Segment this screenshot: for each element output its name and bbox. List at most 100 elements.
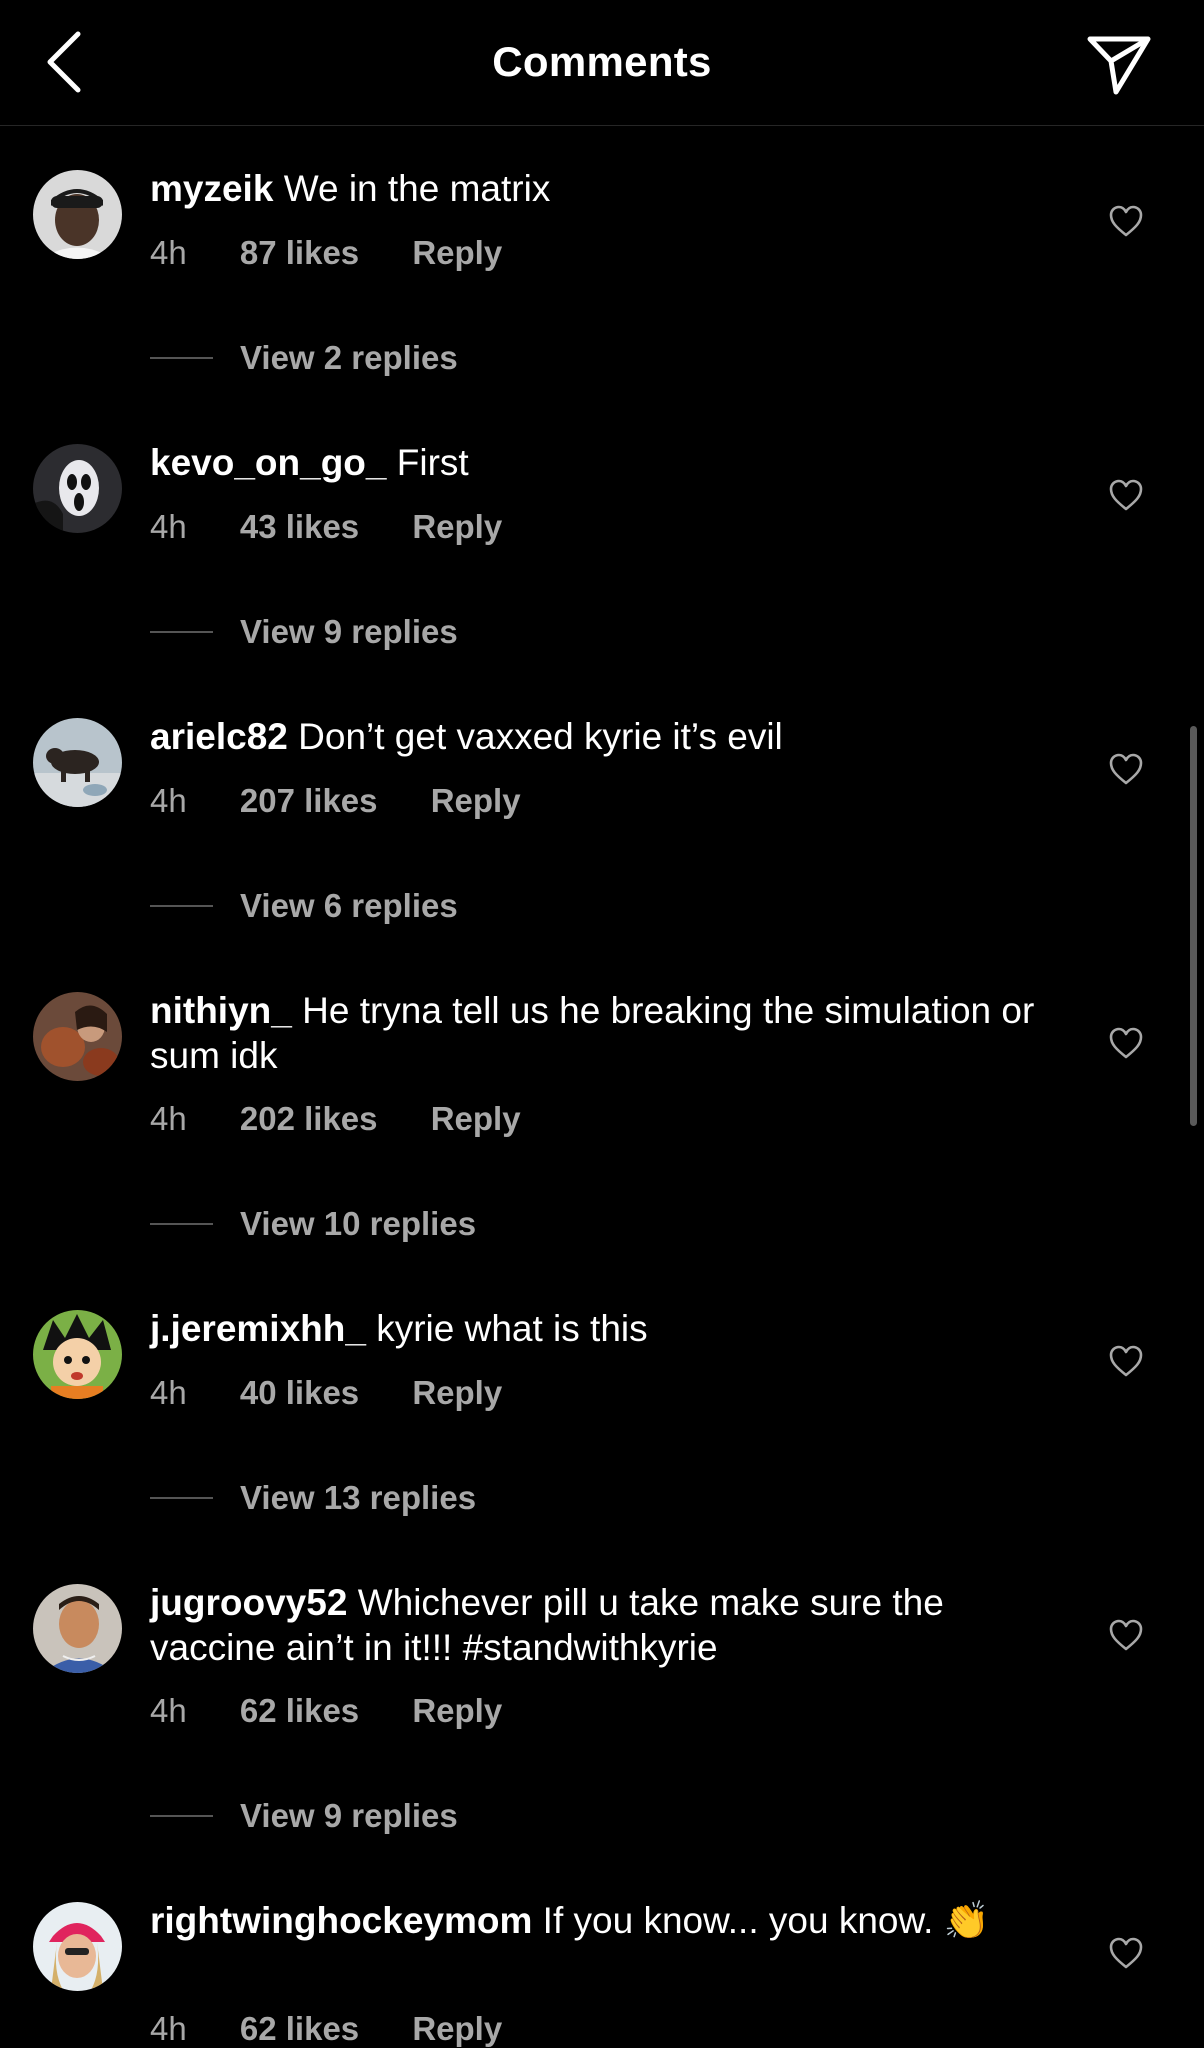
avatar[interactable]	[33, 1310, 122, 1399]
like-button[interactable]	[1108, 204, 1144, 238]
avatar[interactable]	[33, 1584, 122, 1673]
like-button[interactable]	[1108, 1618, 1144, 1652]
view-replies-label: View 9 replies	[240, 613, 458, 650]
view-replies-label: View 6 replies	[240, 887, 458, 924]
comment-time: 4h	[150, 1692, 187, 1729]
reply-button[interactable]: Reply	[412, 1374, 502, 1412]
like-button[interactable]	[1108, 478, 1144, 512]
comment-time: 4h	[150, 1374, 187, 1411]
page-title: Comments	[492, 38, 712, 85]
reply-button[interactable]: Reply	[412, 1692, 502, 1730]
comment-item: rightwinghockeymom If you know... you kn…	[0, 1858, 1204, 2048]
heart-icon	[1109, 1937, 1143, 1969]
comment-likes[interactable]: 43 likes	[240, 508, 359, 546]
comment-time: 4h	[150, 508, 187, 545]
comment-likes[interactable]: 40 likes	[240, 1374, 359, 1412]
comment-time: 4h	[150, 782, 187, 819]
replies-divider-line	[150, 1223, 213, 1225]
replies-divider-line	[150, 905, 213, 907]
comment-text: arielc82 Don’t get vaxxed kyrie it’s evi…	[150, 714, 1050, 759]
share-button[interactable]	[1086, 34, 1152, 96]
avatar[interactable]	[33, 170, 122, 259]
comment-meta: 4h 62 likes Reply	[150, 2010, 546, 2048]
comment-message: First	[396, 442, 469, 483]
avatar[interactable]	[33, 718, 122, 807]
like-button[interactable]	[1108, 1936, 1144, 1970]
avatar-image	[33, 444, 122, 533]
comment-meta: 4h 207 likes Reply	[150, 782, 565, 820]
comment-text: j.jeremixhh_ kyrie what is this	[150, 1306, 1050, 1351]
comment-text: nithiyn_ He tryna tell us he breaking th…	[150, 988, 1050, 1078]
avatar-image	[33, 1310, 122, 1399]
heart-icon	[1109, 479, 1143, 511]
view-replies-button[interactable]: View 13 replies	[150, 1478, 476, 1518]
heart-icon	[1109, 205, 1143, 237]
comment-username[interactable]: rightwinghockeymom	[150, 1900, 532, 1941]
comment-text: rightwinghockeymom If you know... you kn…	[150, 1898, 1050, 1943]
comment-meta: 4h 202 likes Reply	[150, 1100, 565, 1138]
reply-button[interactable]: Reply	[412, 2010, 502, 2048]
comment-meta: 4h 62 likes Reply	[150, 1692, 546, 1730]
avatar-image	[33, 1902, 122, 1991]
avatar[interactable]	[33, 992, 122, 1081]
comment-item: kevo_on_go_ First 4h 43 likes Reply View…	[0, 400, 1204, 674]
comment-message: We in the matrix	[283, 168, 551, 209]
view-replies-button[interactable]: View 9 replies	[150, 612, 458, 652]
scrollbar[interactable]	[1190, 726, 1197, 1126]
comment-likes[interactable]: 62 likes	[240, 1692, 359, 1730]
comment-message: Don’t get vaxxed kyrie it’s evil	[298, 716, 783, 757]
reply-button[interactable]: Reply	[412, 508, 502, 546]
comment-text: myzeik We in the matrix	[150, 166, 1050, 211]
comment-username[interactable]: kevo_on_go_	[150, 442, 386, 483]
view-replies-label: View 13 replies	[240, 1479, 477, 1516]
replies-divider-line	[150, 1497, 213, 1499]
view-replies-label: View 2 replies	[240, 339, 458, 376]
comment-time: 4h	[150, 2010, 187, 2047]
comment-text: jugroovy52 Whichever pill u take make su…	[150, 1580, 1050, 1670]
comment-time: 4h	[150, 234, 187, 271]
comment-item: nithiyn_ He tryna tell us he breaking th…	[0, 948, 1204, 1266]
comment-likes[interactable]: 202 likes	[240, 1100, 378, 1138]
view-replies-label: View 9 replies	[240, 1797, 458, 1834]
like-button[interactable]	[1108, 752, 1144, 786]
comment-meta: 4h 43 likes Reply	[150, 508, 546, 546]
comment-likes[interactable]: 207 likes	[240, 782, 378, 820]
avatar[interactable]	[33, 444, 122, 533]
comment-text: kevo_on_go_ First	[150, 440, 1050, 485]
comment-username[interactable]: arielc82	[150, 716, 288, 757]
reply-button[interactable]: Reply	[412, 234, 502, 272]
heart-icon	[1109, 1619, 1143, 1651]
replies-divider-line	[150, 631, 213, 633]
comment-likes[interactable]: 62 likes	[240, 2010, 359, 2048]
heart-icon	[1109, 753, 1143, 785]
replies-divider-line	[150, 1815, 213, 1817]
comment-username[interactable]: j.jeremixhh_	[150, 1308, 366, 1349]
comment-message: If you know... you know. 👏	[542, 1900, 990, 1941]
view-replies-button[interactable]: View 10 replies	[150, 1204, 476, 1244]
view-replies-button[interactable]: View 2 replies	[150, 338, 458, 378]
comment-item: jugroovy52 Whichever pill u take make su…	[0, 1540, 1204, 1858]
avatar-image	[33, 718, 122, 807]
header-bar: Comments	[0, 0, 1204, 126]
comment-meta: 4h 40 likes Reply	[150, 1374, 546, 1412]
reply-button[interactable]: Reply	[431, 782, 521, 820]
comment-item: j.jeremixhh_ kyrie what is this 4h 40 li…	[0, 1266, 1204, 1540]
comment-time: 4h	[150, 1100, 187, 1137]
paper-plane-icon	[1087, 36, 1151, 95]
like-button[interactable]	[1108, 1344, 1144, 1378]
avatar-image	[33, 992, 122, 1081]
comment-meta: 4h 87 likes Reply	[150, 234, 546, 272]
comment-username[interactable]: jugroovy52	[150, 1582, 347, 1623]
comments-list[interactable]: myzeik We in the matrix 4h 87 likes Repl…	[0, 126, 1204, 2048]
reply-button[interactable]: Reply	[431, 1100, 521, 1138]
avatar-image	[33, 170, 122, 259]
comment-item: myzeik We in the matrix 4h 87 likes Repl…	[0, 126, 1204, 400]
like-button[interactable]	[1108, 1026, 1144, 1060]
comment-username[interactable]: myzeik	[150, 168, 273, 209]
comment-likes[interactable]: 87 likes	[240, 234, 359, 272]
view-replies-button[interactable]: View 9 replies	[150, 1796, 458, 1836]
view-replies-button[interactable]: View 6 replies	[150, 886, 458, 926]
avatar[interactable]	[33, 1902, 122, 1991]
avatar-image	[33, 1584, 122, 1673]
comment-username[interactable]: nithiyn_	[150, 990, 292, 1031]
